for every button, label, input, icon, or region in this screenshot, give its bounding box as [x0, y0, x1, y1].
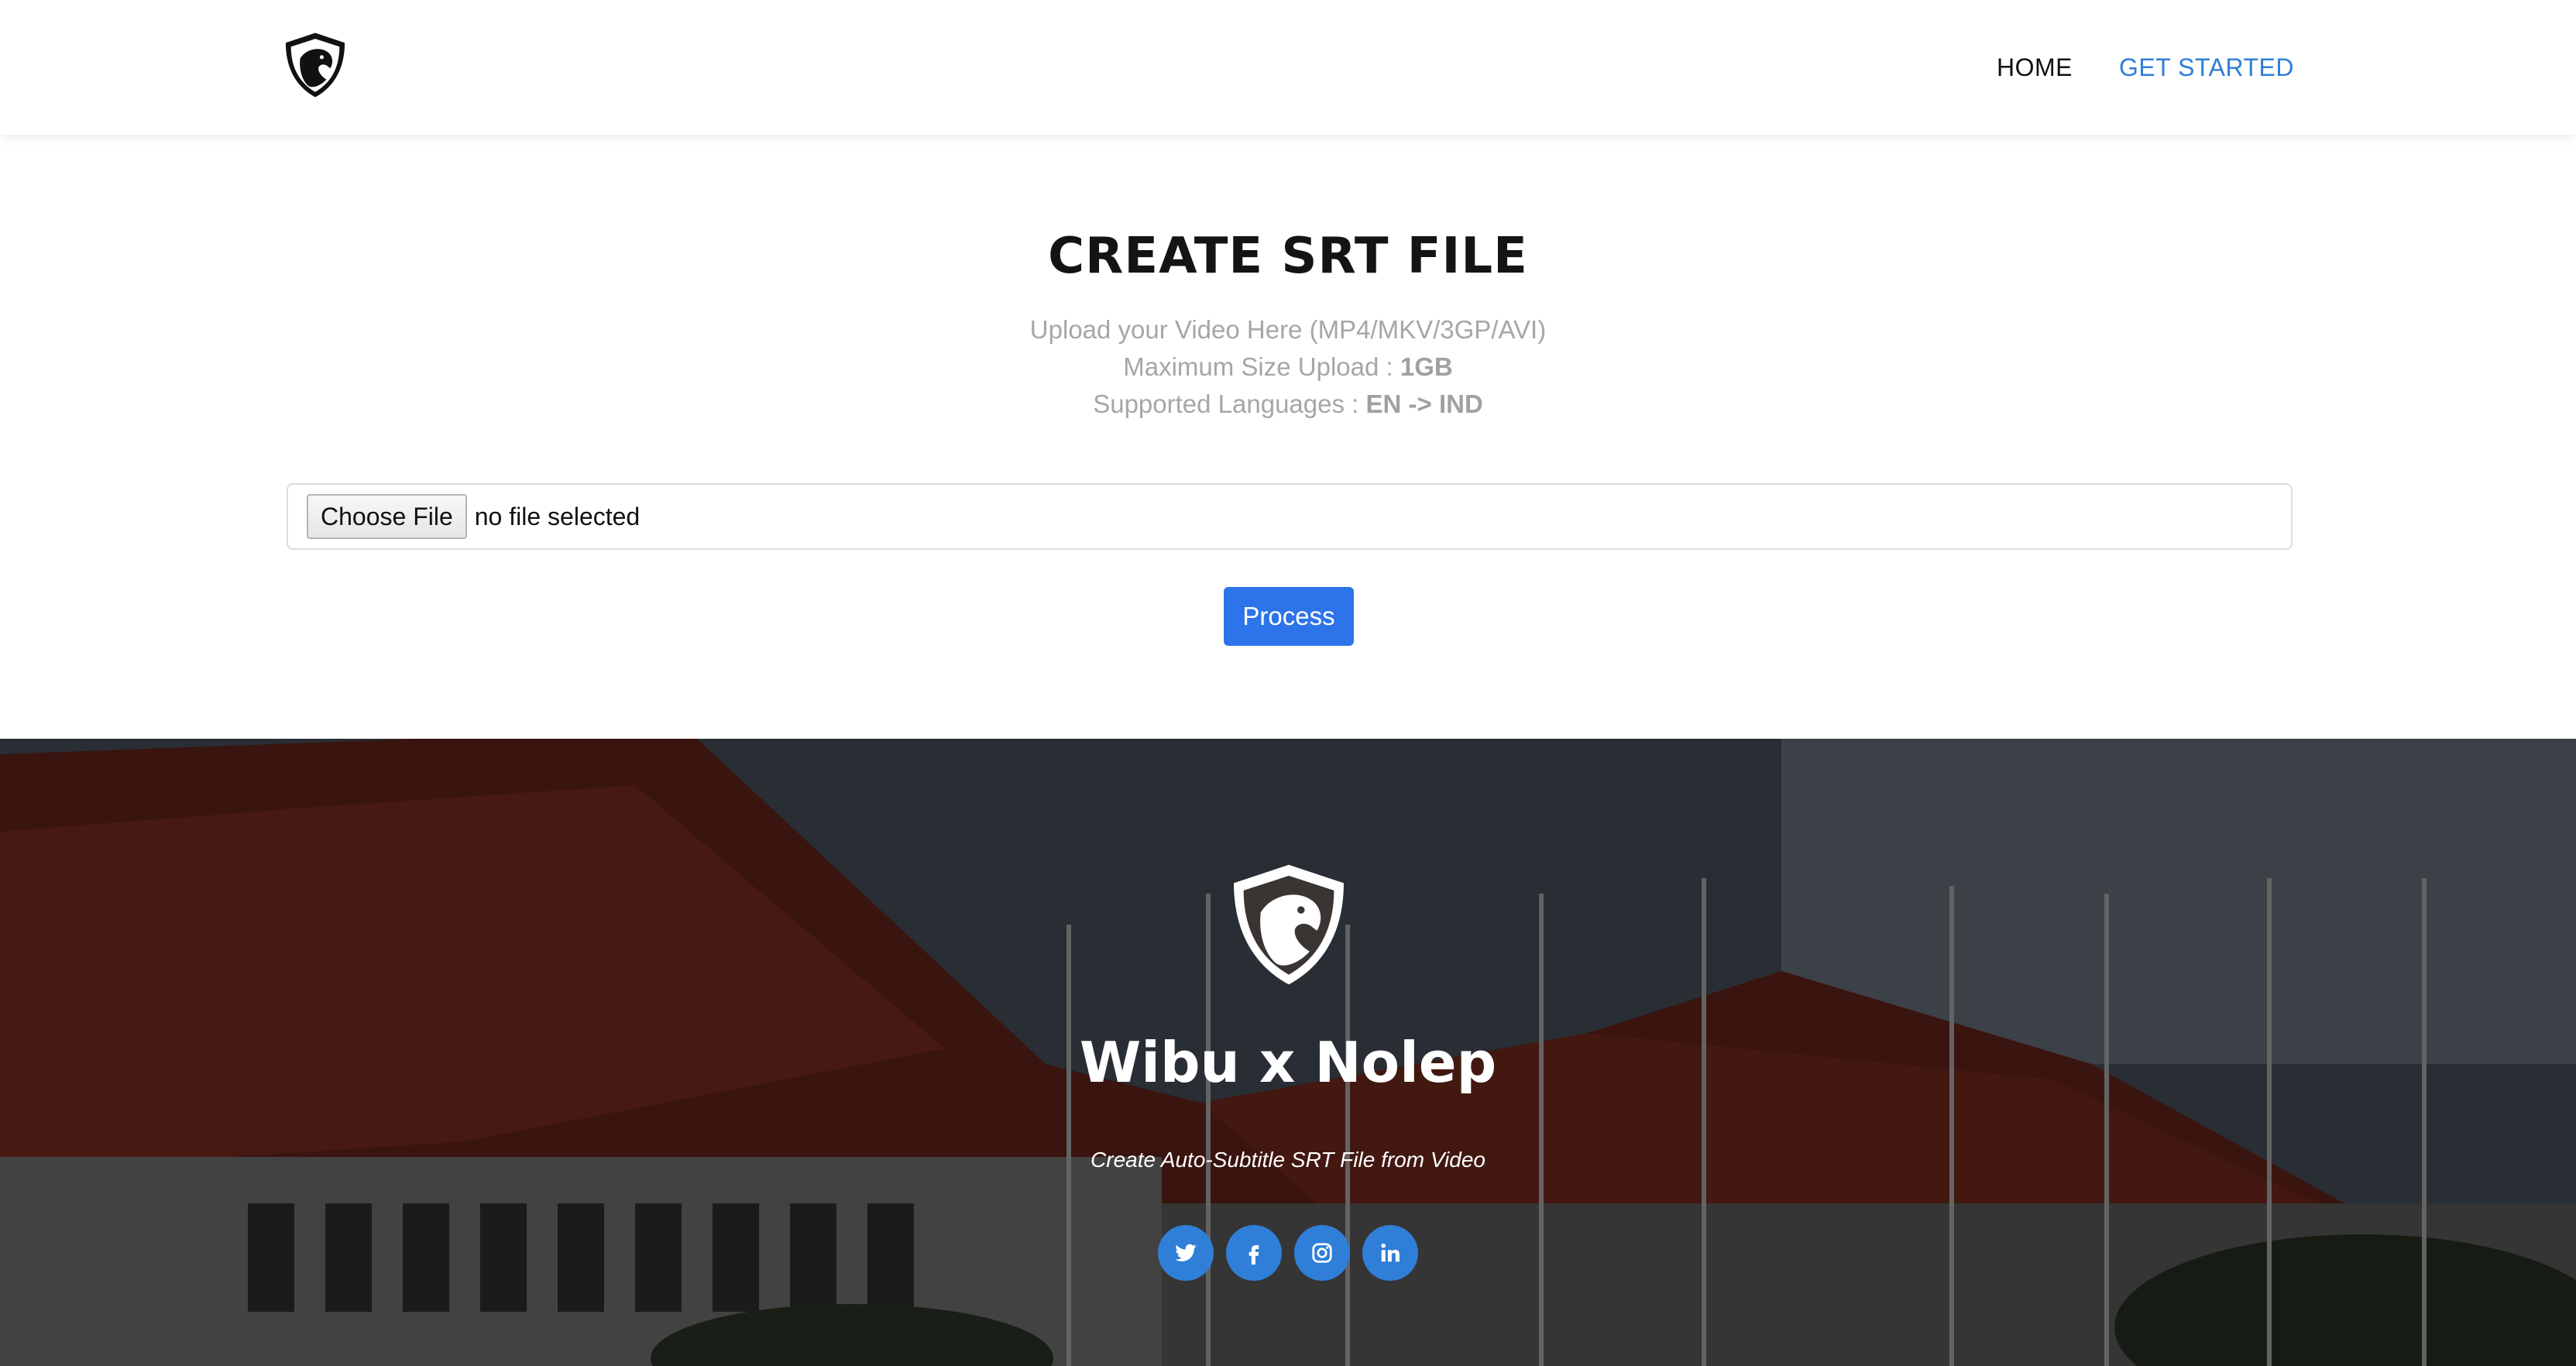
twitter-icon[interactable]	[1158, 1225, 1214, 1281]
facebook-icon[interactable]	[1226, 1225, 1282, 1281]
languages-value: EN -> IND	[1365, 390, 1483, 418]
nav-home-link[interactable]: HOME	[1997, 53, 2073, 82]
upload-section: CREATE SRT FILE Upload your Video Here (…	[0, 135, 2576, 739]
file-status: no file selected	[474, 502, 641, 530]
instagram-icon[interactable]	[1294, 1225, 1350, 1281]
horse-shield-logo-icon[interactable]	[282, 31, 349, 99]
page-title: CREATE SRT FILE	[1048, 228, 1528, 285]
upload-hint: Upload your Video Here (MP4/MKV/3GP/AVI)	[1029, 315, 1547, 344]
max-size-line: Maximum Size Upload : 1GB	[0, 348, 2576, 386]
horse-shield-logo-icon	[1227, 861, 1351, 988]
process-button[interactable]: Process	[1224, 587, 1354, 646]
max-size-label: Maximum Size Upload :	[1123, 352, 1400, 381]
languages-line: Supported Languages : EN -> IND	[0, 386, 2576, 423]
max-size-value: 1GB	[1400, 352, 1453, 381]
main-nav: HOME GET STARTED	[1997, 0, 2294, 135]
nav-get-started-link[interactable]: GET STARTED	[2119, 53, 2294, 82]
footer-tagline: Create Auto-Subtitle SRT File from Video	[1091, 1148, 1485, 1172]
site-header: HOME GET STARTED	[0, 0, 2576, 135]
footer-brand-name: Wibu x Nolep	[1079, 1030, 1497, 1095]
social-links	[0, 1225, 2576, 1281]
choose-file-button[interactable]: Choose File	[307, 494, 467, 539]
upload-info: Upload your Video Here (MP4/MKV/3GP/AVI)…	[0, 311, 2576, 423]
site-footer: Wibu x Nolep Create Auto-Subtitle SRT Fi…	[0, 739, 2576, 1366]
languages-label: Supported Languages :	[1093, 390, 1366, 418]
linkedin-icon[interactable]	[1362, 1225, 1418, 1281]
file-input[interactable]: Choose File no file selected	[287, 483, 2293, 550]
